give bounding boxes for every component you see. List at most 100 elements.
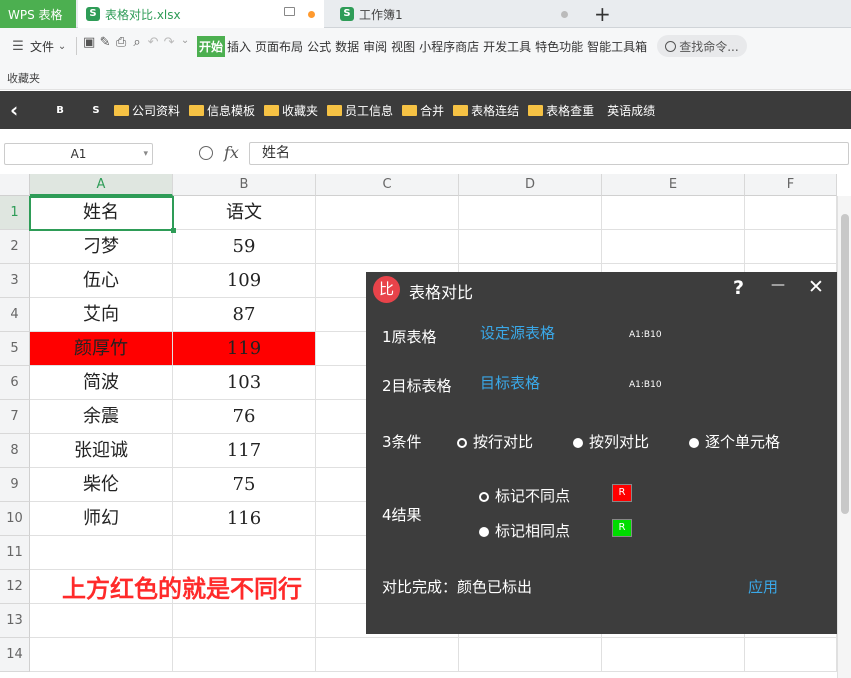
- cell-a2[interactable]: 刁梦: [30, 230, 173, 264]
- cell-b4[interactable]: 87: [173, 298, 316, 332]
- print-preview-icon[interactable]: ⌕: [129, 35, 145, 57]
- cell-e1[interactable]: [602, 196, 745, 230]
- cell-b6[interactable]: 103: [173, 366, 316, 400]
- cell-b1[interactable]: 语文: [173, 196, 316, 230]
- formula-input[interactable]: 姓名: [249, 142, 849, 165]
- cell-d1[interactable]: [459, 196, 602, 230]
- print-icon[interactable]: ⎙: [113, 35, 129, 57]
- cond-option-by-column[interactable]: 按列对比: [573, 431, 649, 452]
- fill-handle[interactable]: [171, 228, 176, 233]
- row-header-13[interactable]: 13: [0, 604, 30, 638]
- row-header-2[interactable]: 2: [0, 230, 30, 264]
- ribbon-tab-data[interactable]: 数据: [333, 35, 361, 57]
- row-header-11[interactable]: 11: [0, 536, 30, 570]
- cell-d2[interactable]: [459, 230, 602, 264]
- row-header-6[interactable]: 6: [0, 366, 30, 400]
- row-header-8[interactable]: 8: [0, 434, 30, 468]
- bookmark-english-scores[interactable]: 英语成绩: [607, 102, 655, 119]
- diff-color-swatch[interactable]: R: [612, 484, 632, 502]
- cell-a5[interactable]: 颜厚竹: [30, 332, 173, 366]
- save-icon[interactable]: ▣: [81, 35, 97, 57]
- cell-f2[interactable]: [745, 230, 837, 264]
- scrollbar-thumb[interactable]: [841, 214, 849, 514]
- cell-b14[interactable]: [173, 638, 316, 672]
- column-header-f[interactable]: F: [745, 174, 837, 196]
- cell-c2[interactable]: [316, 230, 459, 264]
- favorites-label[interactable]: 收藏夹: [7, 72, 40, 85]
- ribbon-tab-formula[interactable]: 公式: [305, 35, 333, 57]
- cell-f14[interactable]: [745, 638, 837, 672]
- cell-a14[interactable]: [30, 638, 173, 672]
- cell-b11[interactable]: [173, 536, 316, 570]
- cell-b2[interactable]: 59: [173, 230, 316, 264]
- cell-b5[interactable]: 119: [173, 332, 316, 366]
- ribbon-tab-page-layout[interactable]: 页面布局: [253, 35, 305, 57]
- cell-a13[interactable]: [30, 604, 173, 638]
- column-header-a[interactable]: A: [30, 174, 173, 196]
- cell-a4[interactable]: 艾向: [30, 298, 173, 332]
- help-button[interactable]: ?: [733, 277, 744, 299]
- ribbon-tab-smart-tools[interactable]: 智能工具箱: [585, 35, 649, 57]
- same-color-swatch[interactable]: R: [612, 519, 632, 537]
- monitor-icon[interactable]: [284, 7, 295, 16]
- cell-c1[interactable]: [316, 196, 459, 230]
- new-tab-button[interactable]: +: [594, 0, 614, 28]
- bookmark-company-data[interactable]: 公司资料: [114, 102, 180, 119]
- cell-b7[interactable]: 76: [173, 400, 316, 434]
- bookmark-favorites[interactable]: 收藏夹: [264, 102, 318, 119]
- bookmark-table-link[interactable]: 表格连结: [453, 102, 519, 119]
- cond-option-by-cell[interactable]: 逐个单元格: [689, 431, 780, 452]
- row-header-12[interactable]: 12: [0, 570, 30, 604]
- ribbon-tab-developer[interactable]: 开发工具: [481, 35, 533, 57]
- column-header-b[interactable]: B: [173, 174, 316, 196]
- row-header-5[interactable]: 5: [0, 332, 30, 366]
- target-table-link[interactable]: 目标表格: [480, 372, 540, 393]
- ribbon-tab-features[interactable]: 特色功能: [533, 35, 585, 57]
- result-option-diff[interactable]: 标记不同点: [479, 485, 570, 506]
- menu-file-button[interactable]: ☰ 文件 ⌄: [8, 35, 72, 57]
- ribbon-tab-review[interactable]: 审阅: [361, 35, 389, 57]
- cell-b3[interactable]: 109: [173, 264, 316, 298]
- bookmark-b[interactable]: B: [42, 105, 78, 116]
- cell-a11[interactable]: [30, 536, 173, 570]
- cell-e14[interactable]: [602, 638, 745, 672]
- row-header-9[interactable]: 9: [0, 468, 30, 502]
- cell-c14[interactable]: [316, 638, 459, 672]
- redo-icon[interactable]: ↷: [161, 35, 177, 57]
- cell-b10[interactable]: 116: [173, 502, 316, 536]
- bookmark-staff-info[interactable]: 员工信息: [327, 102, 393, 119]
- tab-workbook[interactable]: S 工作簿1: [332, 0, 578, 28]
- row-header-10[interactable]: 10: [0, 502, 30, 536]
- fx-icon[interactable]: fx: [224, 143, 239, 162]
- cell-a3[interactable]: 伍心: [30, 264, 173, 298]
- column-header-e[interactable]: E: [602, 174, 745, 196]
- ribbon-tab-mini-store[interactable]: 小程序商店: [417, 35, 481, 57]
- cell-a10[interactable]: 师幻: [30, 502, 173, 536]
- undo-icon[interactable]: ↶: [145, 35, 161, 57]
- cell-b9[interactable]: 75: [173, 468, 316, 502]
- cell-b8[interactable]: 117: [173, 434, 316, 468]
- back-arrow-icon[interactable]: ‹: [10, 98, 36, 122]
- cell-d14[interactable]: [459, 638, 602, 672]
- apply-button[interactable]: 应用: [748, 576, 778, 597]
- bookmark-table-dedupe[interactable]: 表格查重: [528, 102, 594, 119]
- column-header-d[interactable]: D: [459, 174, 602, 196]
- zoom-icon[interactable]: [199, 146, 213, 160]
- cell-a8[interactable]: 张迎诚: [30, 434, 173, 468]
- column-header-c[interactable]: C: [316, 174, 459, 196]
- row-header-4[interactable]: 4: [0, 298, 30, 332]
- more-chevron-icon[interactable]: ⌄: [177, 35, 193, 57]
- select-all-corner[interactable]: [0, 174, 30, 196]
- row-header-7[interactable]: 7: [0, 400, 30, 434]
- command-search[interactable]: 查找命令...: [657, 35, 747, 57]
- cond-option-by-row[interactable]: 按行对比: [457, 431, 533, 452]
- tab-file[interactable]: S 表格对比.xlsx: [78, 0, 324, 28]
- row-header-3[interactable]: 3: [0, 264, 30, 298]
- minimize-button[interactable]: —: [771, 277, 785, 293]
- vertical-scrollbar[interactable]: [837, 196, 851, 678]
- ribbon-tab-start[interactable]: 开始: [197, 35, 226, 57]
- bookmark-s[interactable]: S: [78, 105, 114, 116]
- bookmark-merge[interactable]: 合并: [402, 102, 444, 119]
- cell-a6[interactable]: 简波: [30, 366, 173, 400]
- cell-e2[interactable]: [602, 230, 745, 264]
